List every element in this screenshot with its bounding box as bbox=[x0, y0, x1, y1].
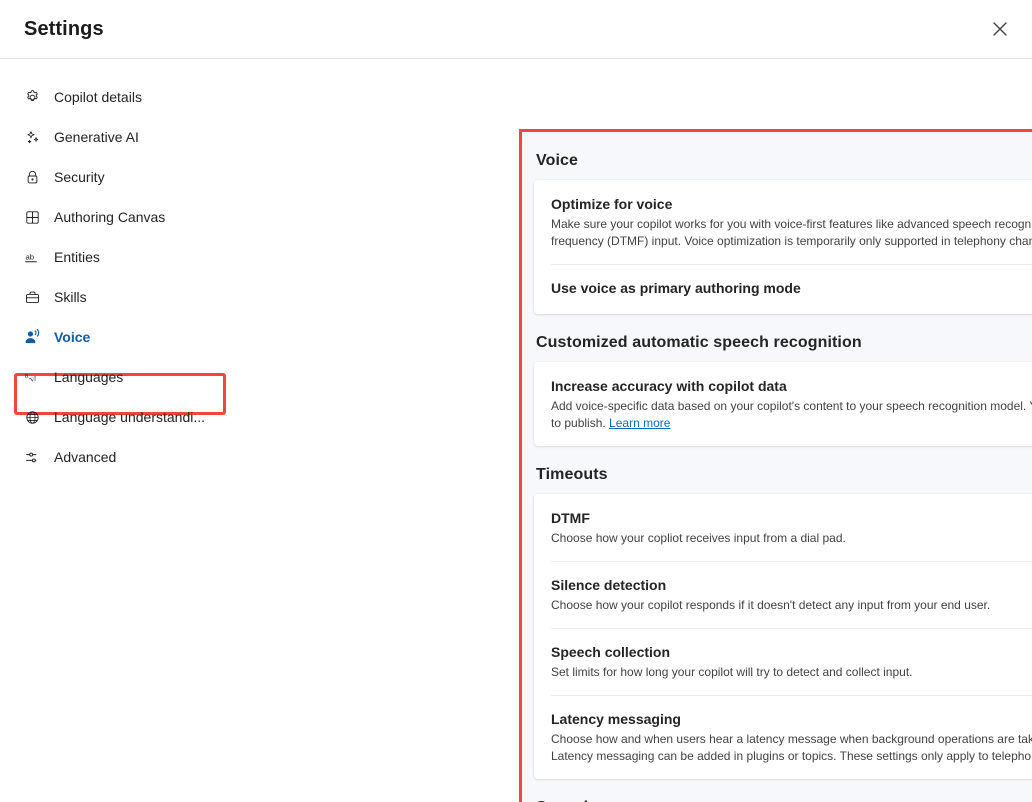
setting-row-speech-collection[interactable]: Speech collection Set limits for how long… bbox=[534, 628, 1032, 695]
setting-row-title: Use voice as primary authoring mode bbox=[551, 278, 1032, 298]
sidebar-item-label: Skills bbox=[54, 287, 87, 307]
sidebar-item-label: Authoring Canvas bbox=[54, 207, 165, 227]
settings-sidebar: Copilot details Generative AI Security Auth… bbox=[0, 59, 256, 802]
setting-row-text: Speech collection Set limits for how long… bbox=[551, 642, 1032, 681]
setting-row-title: Silence detection bbox=[551, 575, 1032, 595]
setting-row-increase-accuracy-with-copilot-data: Increase accuracy with copilot dataAdd v… bbox=[534, 362, 1032, 446]
settings-content-panel: Voice Optimize for voice Make sure your co… bbox=[522, 132, 1032, 802]
close-icon[interactable] bbox=[982, 12, 1018, 46]
setting-row-description-text: Choose how your copliot receives input f… bbox=[551, 531, 846, 545]
setting-row-silence-detection[interactable]: Silence detection Choose how your copilot… bbox=[534, 561, 1032, 628]
sidebar-item-advanced[interactable]: Advanced bbox=[12, 437, 244, 477]
setting-row-description: Set limits for how long your copilot wil… bbox=[551, 664, 1032, 681]
setting-row-description: Choose how your copilot responds if it d… bbox=[551, 597, 1032, 614]
sidebar-item-skills[interactable]: Skills bbox=[12, 277, 244, 317]
setting-row-text: Silence detection Choose how your copilot… bbox=[551, 575, 1032, 614]
page-title: Settings bbox=[24, 18, 104, 41]
sidebar-item-label: Security bbox=[54, 167, 105, 187]
sidebar-item-label: Generative AI bbox=[54, 127, 139, 147]
sidebar-item-voice[interactable]: Voice bbox=[12, 317, 244, 357]
setting-row-description-text: Choose how your copilot responds if it d… bbox=[551, 598, 990, 612]
sparkle-icon bbox=[22, 127, 42, 147]
setting-row-text: Optimize for voice Make sure your copilot… bbox=[551, 194, 1032, 250]
setting-row-text: Latency messaging Choose how and when use… bbox=[551, 709, 1032, 765]
sidebar-item-label: Language understandi... bbox=[54, 407, 205, 427]
setting-row-title: DTMF bbox=[551, 508, 1032, 528]
sidebar-item-label: Copilot details bbox=[54, 87, 142, 107]
settings-card-voice: Optimize for voice Make sure your copilot… bbox=[534, 180, 1032, 314]
setting-row-title: Increase accuracy with copilot data bbox=[551, 376, 1032, 396]
svg-text:a: a bbox=[25, 372, 29, 379]
dialog-header: Settings bbox=[0, 0, 1032, 59]
setting-row-title: Speech collection bbox=[551, 642, 1032, 662]
voice-person-icon bbox=[22, 327, 42, 347]
setting-row-use-voice-primary-authoring-mode: Use voice as primary authoring mode bbox=[534, 264, 1032, 314]
briefcase-icon bbox=[22, 287, 42, 307]
setting-row-title: Latency messaging bbox=[551, 709, 1032, 729]
sidebar-item-label: Advanced bbox=[54, 447, 116, 467]
gear-icon bbox=[22, 87, 42, 107]
sidebar-item-language-understanding[interactable]: Language understandi... bbox=[12, 397, 244, 437]
translate-icon: aा bbox=[22, 367, 42, 387]
setting-row-description: Add voice-specific data based on your co… bbox=[551, 398, 1032, 432]
sidebar-item-label: Voice bbox=[54, 327, 90, 347]
lock-icon bbox=[22, 167, 42, 187]
setting-row-description-text: Set limits for how long your copilot wil… bbox=[551, 665, 913, 679]
setting-row-text: Use voice as primary authoring mode bbox=[551, 278, 1032, 300]
setting-row-dtmf[interactable]: DTMF Choose how your copliot receives inp… bbox=[534, 494, 1032, 561]
setting-row-text: DTMF Choose how your copliot receives inp… bbox=[551, 508, 1032, 547]
sidebar-item-security[interactable]: Security bbox=[12, 157, 244, 197]
setting-row-description: Make sure your copilot works for you wit… bbox=[551, 216, 1032, 250]
section-title-customized-asr: Customized automatic speech recognition bbox=[536, 334, 1032, 352]
settings-card-customized-asr: Increase accuracy with copilot dataAdd v… bbox=[534, 362, 1032, 446]
globe-brain-icon bbox=[22, 407, 42, 427]
grid-icon bbox=[22, 207, 42, 227]
settings-card-timeouts: DTMF Choose how your copliot receives inp… bbox=[534, 494, 1032, 779]
sidebar-item-label: Entities bbox=[54, 247, 100, 267]
sidebar-item-generative-ai[interactable]: Generative AI bbox=[12, 117, 244, 157]
setting-row-title: Optimize for voice bbox=[551, 194, 1032, 214]
setting-row-description: Choose how and when users hear a latency… bbox=[551, 731, 1032, 765]
sidebar-item-entities[interactable]: ab Entities bbox=[12, 237, 244, 277]
dialog-body: Copilot details Generative AI Security Auth… bbox=[0, 59, 1032, 802]
setting-row-description: Choose how your copliot receives input f… bbox=[551, 530, 1032, 547]
svg-text:ab: ab bbox=[25, 252, 34, 261]
setting-row-description-text: Make sure your copilot works for you wit… bbox=[551, 217, 1032, 248]
learn-more-link[interactable]: Learn more bbox=[609, 416, 670, 430]
section-title-timeouts: Timeouts bbox=[536, 466, 1032, 484]
ab-icon: ab bbox=[22, 247, 42, 267]
section-title-voice: Voice bbox=[536, 152, 1032, 170]
sidebar-item-label: Languages bbox=[54, 367, 123, 387]
settings-dialog: Settings Copilot details Generative AI Sec… bbox=[0, 0, 1032, 802]
setting-row-latency-messaging[interactable]: Latency messaging Choose how and when use… bbox=[534, 695, 1032, 779]
setting-row-optimize-for-voice: Optimize for voice Make sure your copilot… bbox=[534, 180, 1032, 264]
main-content-wrap: Voice Optimize for voice Make sure your co… bbox=[256, 59, 1032, 802]
setting-row-description-text: Choose how and when users hear a latency… bbox=[551, 732, 1032, 763]
setting-row-text: Increase accuracy with copilot dataAdd v… bbox=[551, 376, 1032, 432]
sidebar-item-languages[interactable]: aा Languages bbox=[12, 357, 244, 397]
sliders-icon bbox=[22, 447, 42, 467]
sidebar-item-copilot-details[interactable]: Copilot details bbox=[12, 77, 244, 117]
sidebar-item-authoring-canvas[interactable]: Authoring Canvas bbox=[12, 197, 244, 237]
